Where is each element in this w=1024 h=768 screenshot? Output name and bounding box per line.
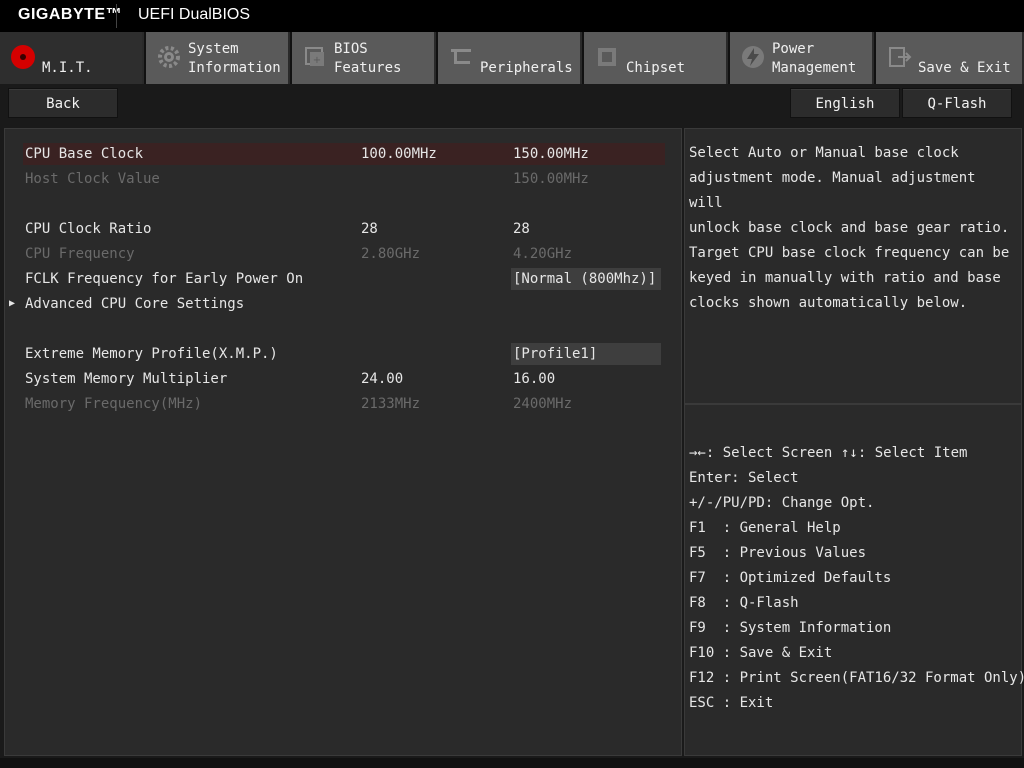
setting-label: CPU Clock Ratio — [25, 221, 152, 237]
key-select-screen: →←: Select Screen — [689, 445, 833, 461]
setting-label: Memory Frequency(MHz) — [25, 396, 203, 412]
setting-label: CPU Base Clock — [25, 146, 144, 162]
setting-label: Host Clock Value — [25, 171, 160, 187]
setting-value: 4.20GHz — [513, 246, 573, 262]
setting-current-value: 2133MHz — [361, 396, 421, 412]
key-enter: Enter: Select — [689, 470, 799, 486]
key-f12: F12 : Print Screen(FAT16/32 Format Only) — [689, 670, 1024, 686]
product-name: UEFI DualBIOS — [138, 6, 251, 23]
tab-chipset-label: Chipset — [626, 60, 686, 76]
tab-system-information[interactable]: System Information — [146, 32, 290, 84]
key-select-item: ↑↓: Select Item — [841, 445, 968, 461]
language-button[interactable]: English — [790, 88, 900, 118]
setting-cpu-frequency: CPU Frequency 2.80GHz 4.20GHz — [23, 243, 665, 265]
main-tabs: M.I.T. System Information + BIOS Feature… — [0, 32, 1024, 84]
help-panel: Select Auto or Manual base clock adjustm… — [684, 128, 1022, 404]
tab-power-management[interactable]: Power Management — [730, 32, 874, 84]
bios-features-icon: + — [305, 47, 324, 66]
setting-memory-frequency: Memory Frequency(MHz) 2133MHz 2400MHz — [23, 393, 665, 415]
setting-host-clock-value: Host Clock Value 150.00MHz — [23, 168, 665, 190]
tab-bios-features-label: BIOS Features — [334, 41, 402, 76]
setting-label: CPU Frequency — [25, 246, 135, 262]
tab-power-management-label: Power Management — [772, 41, 857, 76]
setting-value: 150.00MHz — [513, 171, 589, 187]
setting-current-value: 2.80GHz — [361, 246, 421, 262]
svg-text:+: + — [313, 55, 321, 66]
setting-value: 2400MHz — [513, 396, 573, 412]
setting-fclk-frequency[interactable]: FCLK Frequency for Early Power On [Norma… — [23, 268, 665, 290]
tab-system-information-label: System Information — [188, 41, 281, 76]
key-f7: F7 : Optimized Defaults — [689, 570, 892, 586]
setting-cpu-base-clock[interactable]: CPU Base Clock 100.00MHz 150.00MHz — [23, 143, 665, 165]
setting-value[interactable]: 16.00 — [513, 368, 555, 390]
mit-icon — [11, 45, 35, 69]
tab-save-exit-label: Save & Exit — [918, 60, 1011, 76]
tab-peripherals-label: Peripherals — [480, 60, 573, 76]
top-bar: GIGABYTE™ UEFI DualBIOS — [0, 0, 1024, 32]
setting-label: FCLK Frequency for Early Power On — [25, 271, 304, 287]
submenu-advanced-cpu-core-settings[interactable]: ▶ Advanced CPU Core Settings — [9, 293, 665, 315]
gigabyte-logo: GIGABYTE™ — [18, 6, 123, 23]
key-f1: F1 : General Help — [689, 520, 841, 536]
setting-dropdown[interactable]: [Profile1] — [511, 343, 661, 365]
power-icon — [742, 46, 764, 68]
setting-value[interactable]: 150.00MHz — [507, 143, 663, 165]
peripherals-icon — [451, 49, 471, 64]
tab-save-exit[interactable]: Save & Exit — [876, 32, 1024, 84]
setting-label: Advanced CPU Core Settings — [25, 296, 245, 312]
setting-label: Extreme Memory Profile(X.M.P.) — [25, 346, 278, 362]
tab-mit[interactable]: M.I.T. — [0, 32, 144, 84]
tab-chipset[interactable]: Chipset — [584, 32, 728, 84]
exit-icon — [889, 47, 912, 67]
gear-icon — [158, 46, 180, 68]
back-button[interactable]: Back — [8, 88, 118, 118]
tab-bios-features[interactable]: + BIOS Features — [292, 32, 436, 84]
setting-xmp[interactable]: Extreme Memory Profile(X.M.P.) [Profile1… — [23, 343, 665, 365]
brand-divider — [116, 4, 117, 28]
setting-current-value: 28 — [361, 221, 378, 237]
bottom-bar — [0, 758, 1024, 768]
setting-cpu-clock-ratio[interactable]: CPU Clock Ratio 28 28 — [23, 218, 665, 240]
key-f10: F10 : Save & Exit — [689, 645, 833, 661]
setting-value[interactable]: 28 — [513, 218, 530, 240]
setting-label: System Memory Multiplier — [25, 371, 228, 387]
tab-peripherals[interactable]: Peripherals — [438, 32, 582, 84]
submenu-arrow-icon: ▶ — [9, 298, 16, 309]
help-text: Select Auto or Manual base clock adjustm… — [689, 145, 1010, 311]
key-change-opt: +/-/PU/PD: Change Opt. — [689, 495, 875, 511]
chipset-icon — [598, 48, 616, 66]
key-esc: ESC : Exit — [689, 695, 774, 711]
setting-current-value: 100.00MHz — [361, 146, 437, 162]
qflash-button[interactable]: Q-Flash — [902, 88, 1012, 118]
key-f9: F9 : System Information — [689, 620, 892, 636]
key-f5: F5 : Previous Values — [689, 545, 867, 561]
settings-panel: CPU Base Clock 100.00MHz 150.00MHz Host … — [4, 128, 682, 756]
tab-mit-label: M.I.T. — [42, 60, 93, 76]
key-f8: F8 : Q-Flash — [689, 595, 799, 611]
key-legend-panel: →←: Select Screen ↑↓: Select Item Enter:… — [684, 404, 1024, 756]
button-row: Back English Q-Flash — [0, 84, 1024, 128]
setting-dropdown[interactable]: [Normal (800Mhz)] — [511, 268, 661, 290]
setting-current-value: 24.00 — [361, 371, 404, 387]
setting-system-memory-multiplier[interactable]: System Memory Multiplier 24.00 16.00 — [23, 368, 665, 390]
